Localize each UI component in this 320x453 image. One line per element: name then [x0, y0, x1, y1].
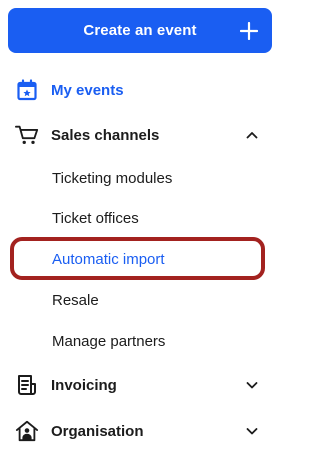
nav-item-my-events-label: My events	[51, 81, 124, 99]
sub-item-manage-partners[interactable]: Manage partners	[52, 333, 165, 350]
sub-item-resale[interactable]: Resale	[52, 292, 99, 309]
calendar-star-icon	[15, 78, 39, 102]
sub-item-ticket-offices[interactable]: Ticket offices	[52, 210, 139, 227]
nav-item-invoicing[interactable]: Invoicing	[0, 371, 279, 399]
create-event-button[interactable]: Create an event	[8, 8, 272, 53]
chevron-down-icon	[246, 428, 258, 435]
nav-item-sales-channels[interactable]: Sales channels	[0, 121, 279, 149]
create-event-label: Create an event	[83, 22, 197, 39]
nav-item-organisation-label: Organisation	[51, 422, 144, 440]
nav-item-organisation[interactable]: Organisation	[0, 417, 279, 445]
nav-item-sales-channels-label: Sales channels	[51, 126, 160, 144]
plus-icon	[240, 21, 258, 40]
nav-item-invoicing-label: Invoicing	[51, 376, 117, 394]
invoice-icon	[15, 373, 39, 397]
shopping-cart-icon	[15, 123, 39, 147]
chevron-up-icon	[246, 132, 258, 139]
nav-item-my-events[interactable]: My events	[0, 76, 279, 104]
chevron-down-icon	[246, 382, 258, 389]
sub-item-automatic-import[interactable]: Automatic import	[52, 251, 165, 268]
sidebar-menu: Create an event My events Sales channels	[0, 0, 279, 453]
sub-item-ticketing-modules[interactable]: Ticketing modules	[52, 170, 172, 187]
house-icon	[15, 419, 39, 443]
